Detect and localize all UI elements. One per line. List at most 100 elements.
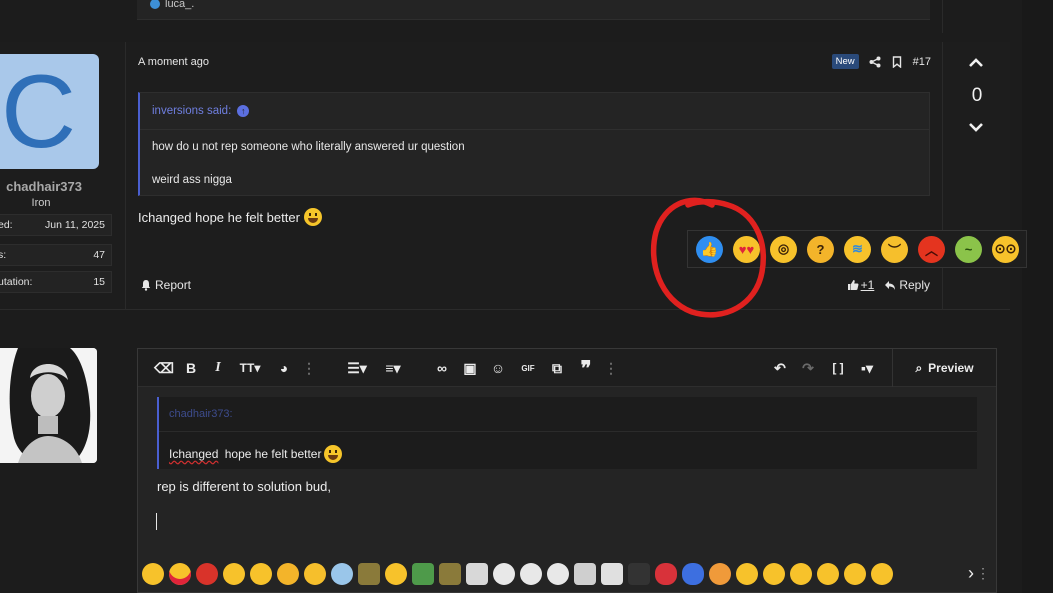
- previous-post-reactor[interactable]: luca_.: [150, 0, 194, 10]
- bookmark-icon[interactable]: [891, 55, 903, 68]
- frog-emote-icon[interactable]: [412, 563, 434, 585]
- reaction-thinking[interactable]: ?: [802, 231, 839, 268]
- laughing-face-icon[interactable]: [817, 563, 839, 585]
- text-size-icon[interactable]: TT▾: [236, 359, 264, 377]
- bbcode-icon[interactable]: [ ]: [830, 359, 846, 377]
- reaction-angry[interactable]: ︿: [913, 231, 950, 268]
- zipper-face-icon[interactable]: [709, 563, 731, 585]
- post-number-link[interactable]: #17: [913, 56, 931, 68]
- eraser-icon[interactable]: ⌫: [154, 359, 174, 377]
- pepe-emote-icon[interactable]: [439, 563, 461, 585]
- reaction-sick[interactable]: ~: [950, 231, 987, 268]
- reply-editor: ⌫ B I TT▾ ◕ ⋮ ☰▾ ≡▾ ∞ ▣ ☺ GIF ⧉ ❞ ⋮ ↶ ↷ …: [137, 348, 997, 593]
- previous-post-footer: [137, 0, 930, 20]
- reaction-sad[interactable]: ︶: [876, 231, 913, 268]
- downvote-icon[interactable]: [967, 120, 985, 134]
- forum-thread-page: luca_. C chadhair373 Iron ed: Jun 11, 20…: [0, 0, 1053, 593]
- right-gutter: [1022, 0, 1053, 593]
- pill-red-icon[interactable]: [655, 563, 677, 585]
- rofl-icon[interactable]: [223, 563, 245, 585]
- stat-label: s:: [0, 249, 7, 261]
- emoji-shortcut-strip: [142, 561, 994, 587]
- more-icon[interactable]: ⋮: [976, 565, 990, 582]
- more-icon[interactable]: ⋮: [302, 359, 316, 377]
- align-icon[interactable]: ≡▾: [380, 359, 406, 377]
- image-icon[interactable]: ▣: [462, 359, 478, 377]
- skull-icon[interactable]: [547, 563, 569, 585]
- share-icon[interactable]: [869, 56, 881, 68]
- list-icon[interactable]: ☰▾: [344, 359, 370, 377]
- thumbs-up-icon: [847, 280, 859, 290]
- upvote-icon[interactable]: [967, 56, 985, 70]
- tongue-face-icon[interactable]: [250, 563, 272, 585]
- tongue-face-icon[interactable]: [763, 563, 785, 585]
- pill-blue-icon[interactable]: [682, 563, 704, 585]
- italic-icon[interactable]: I: [212, 359, 224, 377]
- redo-icon[interactable]: ↷: [800, 359, 816, 377]
- joy-face-icon[interactable]: [385, 563, 407, 585]
- stat-label: utation:: [0, 276, 33, 288]
- post-timestamp[interactable]: A moment ago: [138, 56, 209, 68]
- skull-icon[interactable]: [520, 563, 542, 585]
- astonished-face-icon: ◎: [770, 235, 797, 263]
- username-link[interactable]: chadhair373: [0, 179, 82, 194]
- reply-button[interactable]: Reply: [884, 278, 930, 292]
- reaction-cry-laugh[interactable]: ≋: [839, 231, 876, 268]
- sad-face-icon: ︶: [881, 235, 908, 263]
- pill-black-icon[interactable]: [628, 563, 650, 585]
- custom-emote-icon[interactable]: [601, 563, 623, 585]
- reaction-wow[interactable]: ◎: [765, 231, 802, 268]
- quote-header[interactable]: inversions said: ↑: [152, 105, 250, 117]
- post-list: luca_. C chadhair373 Iron ed: Jun 11, 20…: [0, 0, 1027, 593]
- save-draft-icon[interactable]: ▪▾: [854, 359, 880, 377]
- joy-face-icon[interactable]: [871, 563, 893, 585]
- crying-face-icon[interactable]: [142, 563, 164, 585]
- arrow-up-circle-icon[interactable]: ↑: [237, 105, 250, 117]
- avatar-letter: C: [0, 54, 77, 169]
- plus-one-link[interactable]: +1: [861, 278, 875, 292]
- slight-smile-icon[interactable]: [736, 563, 758, 585]
- thinking-face-icon: ?: [807, 235, 834, 263]
- custom-emote-icon[interactable]: [574, 563, 596, 585]
- quote-block: inversions said: ↑ how do u not rep some…: [138, 92, 930, 196]
- media-icon[interactable]: ⧉: [548, 359, 566, 377]
- angry-face-icon[interactable]: [196, 563, 218, 585]
- bold-icon[interactable]: B: [184, 359, 198, 377]
- reaction-nerd[interactable]: ⊙⊙: [987, 231, 1024, 268]
- editor-input-text[interactable]: rep is different to solution bud,: [157, 479, 331, 494]
- reaction-love[interactable]: ♥♥: [728, 231, 765, 268]
- gif-icon[interactable]: GIF: [520, 359, 536, 377]
- editor-quote-body: Ichanged hope he felt better: [169, 445, 343, 463]
- new-badge: New: [831, 54, 859, 69]
- like-button[interactable]: +1: [847, 278, 875, 292]
- palette-icon[interactable]: ◕: [276, 359, 292, 377]
- more-icon[interactable]: ⋮: [604, 359, 618, 377]
- preview-button[interactable]: ⌕ Preview: [892, 349, 996, 387]
- link-icon[interactable]: ∞: [434, 359, 450, 377]
- editor-quote-block: chadhair373: Ichanged hope he felt bette…: [157, 397, 977, 469]
- screaming-face-icon[interactable]: [331, 563, 353, 585]
- undo-icon[interactable]: ↶: [772, 359, 788, 377]
- reaction-like[interactable]: 👍: [691, 231, 728, 268]
- stat-value: Jun 11, 2025: [45, 219, 105, 231]
- frown-face-icon[interactable]: [304, 563, 326, 585]
- user-rank: Iron: [31, 197, 51, 209]
- thinking-face-icon[interactable]: [277, 563, 299, 585]
- skull-icon[interactable]: [493, 563, 515, 585]
- custom-emote-icon[interactable]: [466, 563, 488, 585]
- user-stat-reputation: utation: 15: [0, 271, 112, 293]
- vote-column: 0: [942, 42, 1010, 310]
- chevron-right-icon[interactable]: ›: [968, 563, 974, 584]
- avatar[interactable]: C: [0, 54, 99, 169]
- quote-icon[interactable]: ❞: [578, 358, 594, 380]
- rofl-icon[interactable]: [844, 563, 866, 585]
- report-button[interactable]: Report: [140, 278, 191, 292]
- user-stat-joined: ed: Jun 11, 2025: [0, 214, 112, 236]
- heart-eyes-icon[interactable]: [169, 563, 191, 585]
- grinning-face-icon[interactable]: [790, 563, 812, 585]
- post-body: Ichanged hope he felt better: [138, 208, 322, 226]
- stat-value: 47: [93, 249, 105, 261]
- pepe-emote-icon[interactable]: [358, 563, 380, 585]
- smilie-icon[interactable]: ☺: [490, 359, 506, 377]
- profile-photo-icon: [0, 348, 97, 463]
